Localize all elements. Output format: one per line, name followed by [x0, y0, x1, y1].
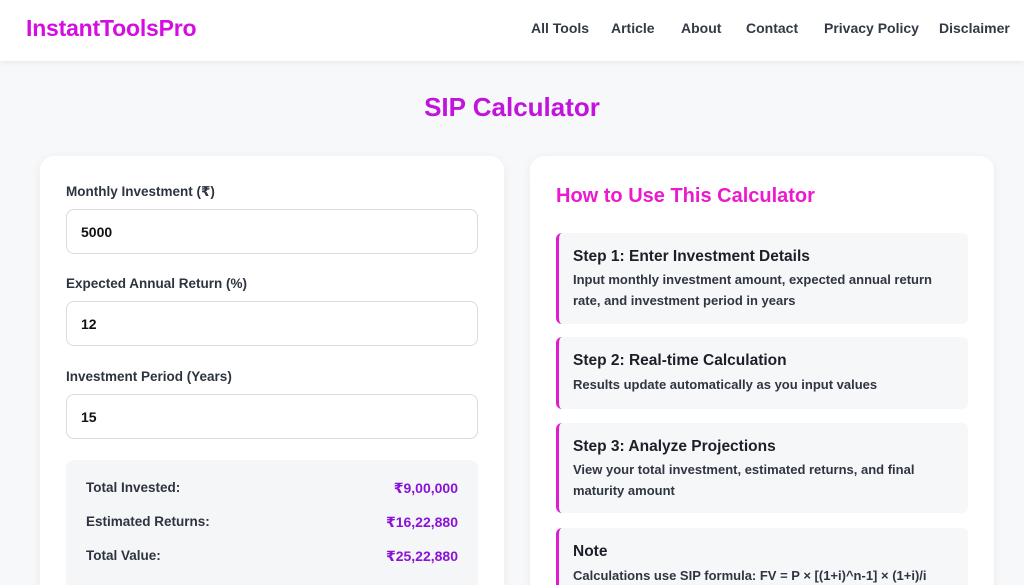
nav-link-privacy-policy[interactable]: Privacy Policy [824, 20, 919, 36]
estimated-returns-value: ₹16,22,880 [385, 514, 458, 530]
page-title: SIP Calculator [424, 92, 600, 122]
total-value-value: ₹25,22,880 [385, 548, 458, 564]
note-card: Note Calculations use SIP formula: FV = … [556, 528, 968, 585]
results-panel: Total Invested: ₹9,00,000 Estimated Retu… [66, 460, 478, 585]
total-value-row: Total Value: ₹25,22,880 [86, 548, 458, 568]
step-text: Input monthly investment amount, expecte… [573, 272, 932, 308]
step-text: Results update automatically as you inpu… [573, 377, 878, 392]
total-invested-label: Total Invested: [86, 480, 181, 495]
estimated-returns-label: Estimated Returns: [86, 514, 210, 529]
total-invested-value: ₹9,00,000 [393, 480, 458, 496]
total-invested-row: Total Invested: ₹9,00,000 [86, 480, 458, 500]
step-card-2: Step 2: Real-time Calculation Results up… [556, 337, 968, 409]
nav-link-disclaimer[interactable]: Disclaimer [939, 20, 1010, 36]
monthly-investment-input[interactable] [66, 209, 478, 254]
nav-link-about[interactable]: About [681, 20, 721, 36]
investment-period-label: Investment Period (Years) [66, 369, 232, 384]
note-title: Note [573, 543, 608, 560]
step-text: View your total investment, estimated re… [573, 462, 915, 498]
step-title: Step 1: Enter Investment Details [573, 248, 810, 265]
total-value-label: Total Value: [86, 548, 161, 563]
top-navbar: InstantToolsPro All Tools Article About … [0, 0, 1024, 61]
estimated-returns-row: Estimated Returns: ₹16,22,880 [86, 514, 458, 534]
step-title: Step 2: Real-time Calculation [573, 352, 787, 369]
how-to-use-title: How to Use This Calculator [556, 185, 815, 207]
nav-link-contact[interactable]: Contact [746, 20, 798, 36]
monthly-investment-label: Monthly Investment (₹) [66, 184, 215, 199]
step-card-3: Step 3: Analyze Projections View your to… [556, 423, 968, 513]
investment-period-input[interactable] [66, 394, 478, 439]
how-to-use-card: How to Use This Calculator Step 1: Enter… [530, 156, 994, 585]
calculator-card: Monthly Investment (₹) Expected Annual R… [40, 156, 504, 585]
annual-return-label: Expected Annual Return (%) [66, 276, 248, 291]
annual-return-input[interactable] [66, 301, 478, 346]
step-card-1: Step 1: Enter Investment Details Input m… [556, 233, 968, 324]
main-nav: All Tools Article About Contact Privacy … [0, 20, 1024, 40]
note-text: Calculations use SIP formula: FV = P × [… [573, 568, 927, 583]
nav-link-article[interactable]: Article [611, 20, 655, 36]
nav-link-all-tools[interactable]: All Tools [531, 20, 589, 36]
step-title: Step 3: Analyze Projections [573, 438, 776, 455]
